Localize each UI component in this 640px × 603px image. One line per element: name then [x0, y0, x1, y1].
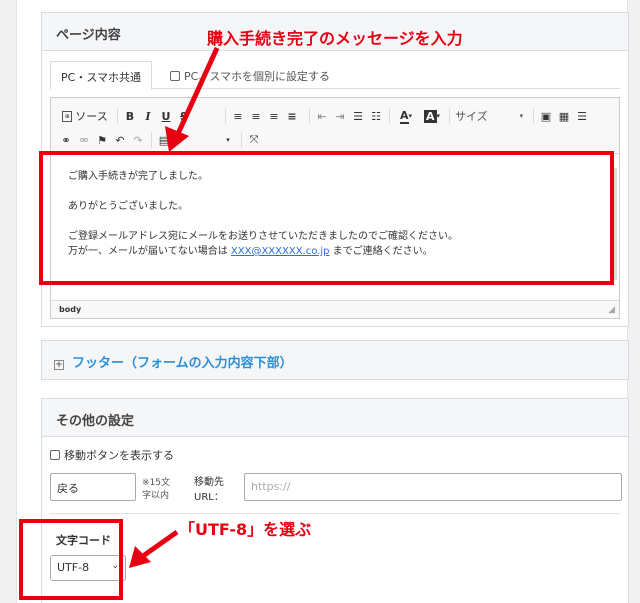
link-icon[interactable]: ⚭ — [59, 132, 73, 148]
page-background: ページ内容 PC・スマホ共通 PC、スマホを個別に設定する ⊕ ソース B I U… — [16, 0, 629, 603]
destination-label-line-1: 移動先 — [194, 477, 224, 488]
chevron-down-icon: ▾ — [519, 112, 524, 120]
other-settings-panel: その他の設定 移動ボタンを表示する 戻る ※15文 字以内 移動先 URL： h… — [41, 398, 629, 603]
maximize-icon[interactable]: ⤧ — [247, 132, 261, 148]
back-button-text-input[interactable]: 戻る — [50, 473, 136, 501]
toolbar-separator — [533, 108, 534, 124]
highlight-charset — [19, 519, 123, 600]
toolbar-separator — [117, 108, 118, 124]
destination-url-input[interactable]: https:// — [244, 473, 622, 501]
align-center-icon[interactable]: ≡ — [249, 108, 263, 124]
undo-icon[interactable]: ↶ — [113, 132, 127, 148]
char-limit-note-line-2: 字以内 — [142, 491, 170, 501]
move-button-option[interactable]: 移動ボタンを表示する — [50, 447, 174, 463]
expand-plus-icon[interactable]: + — [54, 360, 64, 370]
char-limit-note-line-1: ※15文 — [142, 478, 170, 488]
unlink-icon[interactable]: ⚮ — [77, 132, 91, 148]
source-button[interactable]: ⊕ ソース — [57, 108, 113, 124]
horizontal-rule-icon[interactable]: ☰ — [575, 108, 589, 124]
toolbar-separator — [241, 132, 242, 148]
source-icon: ⊕ — [62, 110, 73, 122]
redo-icon[interactable]: ↷ — [131, 132, 145, 148]
align-justify-icon[interactable]: ≡ — [285, 108, 299, 124]
table-icon[interactable]: ▦ — [557, 108, 571, 124]
text-color-icon[interactable]: A ▾ — [395, 108, 417, 124]
resize-handle-icon[interactable]: ◢ — [608, 305, 615, 315]
toolbar-separator — [449, 108, 450, 124]
tab-pc-smartphone-common[interactable]: PC・スマホ共通 — [50, 61, 152, 90]
element-path: body — [59, 305, 82, 314]
indent-icon[interactable]: ⇥ — [333, 108, 347, 124]
anchor-flag-icon[interactable]: ⚑ — [95, 132, 109, 148]
align-left-icon[interactable]: ≡ — [231, 108, 245, 124]
highlight-message-area — [39, 151, 614, 285]
source-label: ソース — [75, 110, 108, 123]
toolbar-separator — [151, 132, 152, 148]
editor-tabs: PC・スマホ共通 PC、スマホを個別に設定する — [50, 61, 620, 90]
align-right-icon[interactable]: ≡ — [267, 108, 281, 124]
background-color-icon[interactable]: A ▾ — [421, 108, 443, 124]
toolbar-separator — [389, 108, 390, 124]
footer-panel-header[interactable]: + フッター（フォームの入力内容下部） — [54, 352, 293, 371]
outdent-icon[interactable]: ⇤ — [315, 108, 329, 124]
bold-icon[interactable]: B — [123, 108, 137, 124]
image-icon[interactable]: ▣ — [539, 108, 553, 124]
other-settings-title: その他の設定 — [42, 399, 628, 437]
move-button-checkbox[interactable] — [50, 450, 60, 460]
divider — [50, 513, 620, 514]
editor-toolbar: ⊕ソース B I U S ≡ ≡ ≡ ≡ ⇤ ⇥ ☰ ☷ A▾ A▾ — [51, 98, 619, 154]
italic-icon[interactable]: I — [141, 108, 155, 124]
annotation-arrow-icon — [129, 529, 179, 568]
annotation-enter-message: 購入手続き完了のメッセージを入力 — [207, 29, 463, 48]
destination-label-line-2: URL： — [194, 492, 224, 503]
move-button-label: 移動ボタンを表示する — [64, 449, 174, 462]
footer-panel[interactable]: + フッター（フォームの入力内容下部） — [41, 340, 629, 380]
numbered-list-icon[interactable]: ☷ — [369, 108, 383, 124]
annotation-arrow-icon — [165, 46, 220, 152]
footer-panel-title: フッター（フォームの入力内容下部） — [72, 356, 293, 371]
bulleted-list-icon[interactable]: ☰ — [351, 108, 365, 124]
editor-status-bar: body ◢ — [51, 300, 619, 318]
destination-url-label: 移動先 URL： — [194, 475, 224, 505]
annotation-choose-utf8: 「UTF-8」を選ぶ — [179, 520, 312, 539]
font-size-label: サイズ — [455, 110, 488, 123]
toolbar-separator — [309, 108, 310, 124]
font-size-select[interactable]: サイズ ▾ — [455, 108, 529, 124]
char-limit-note: ※15文 字以内 — [142, 477, 170, 503]
